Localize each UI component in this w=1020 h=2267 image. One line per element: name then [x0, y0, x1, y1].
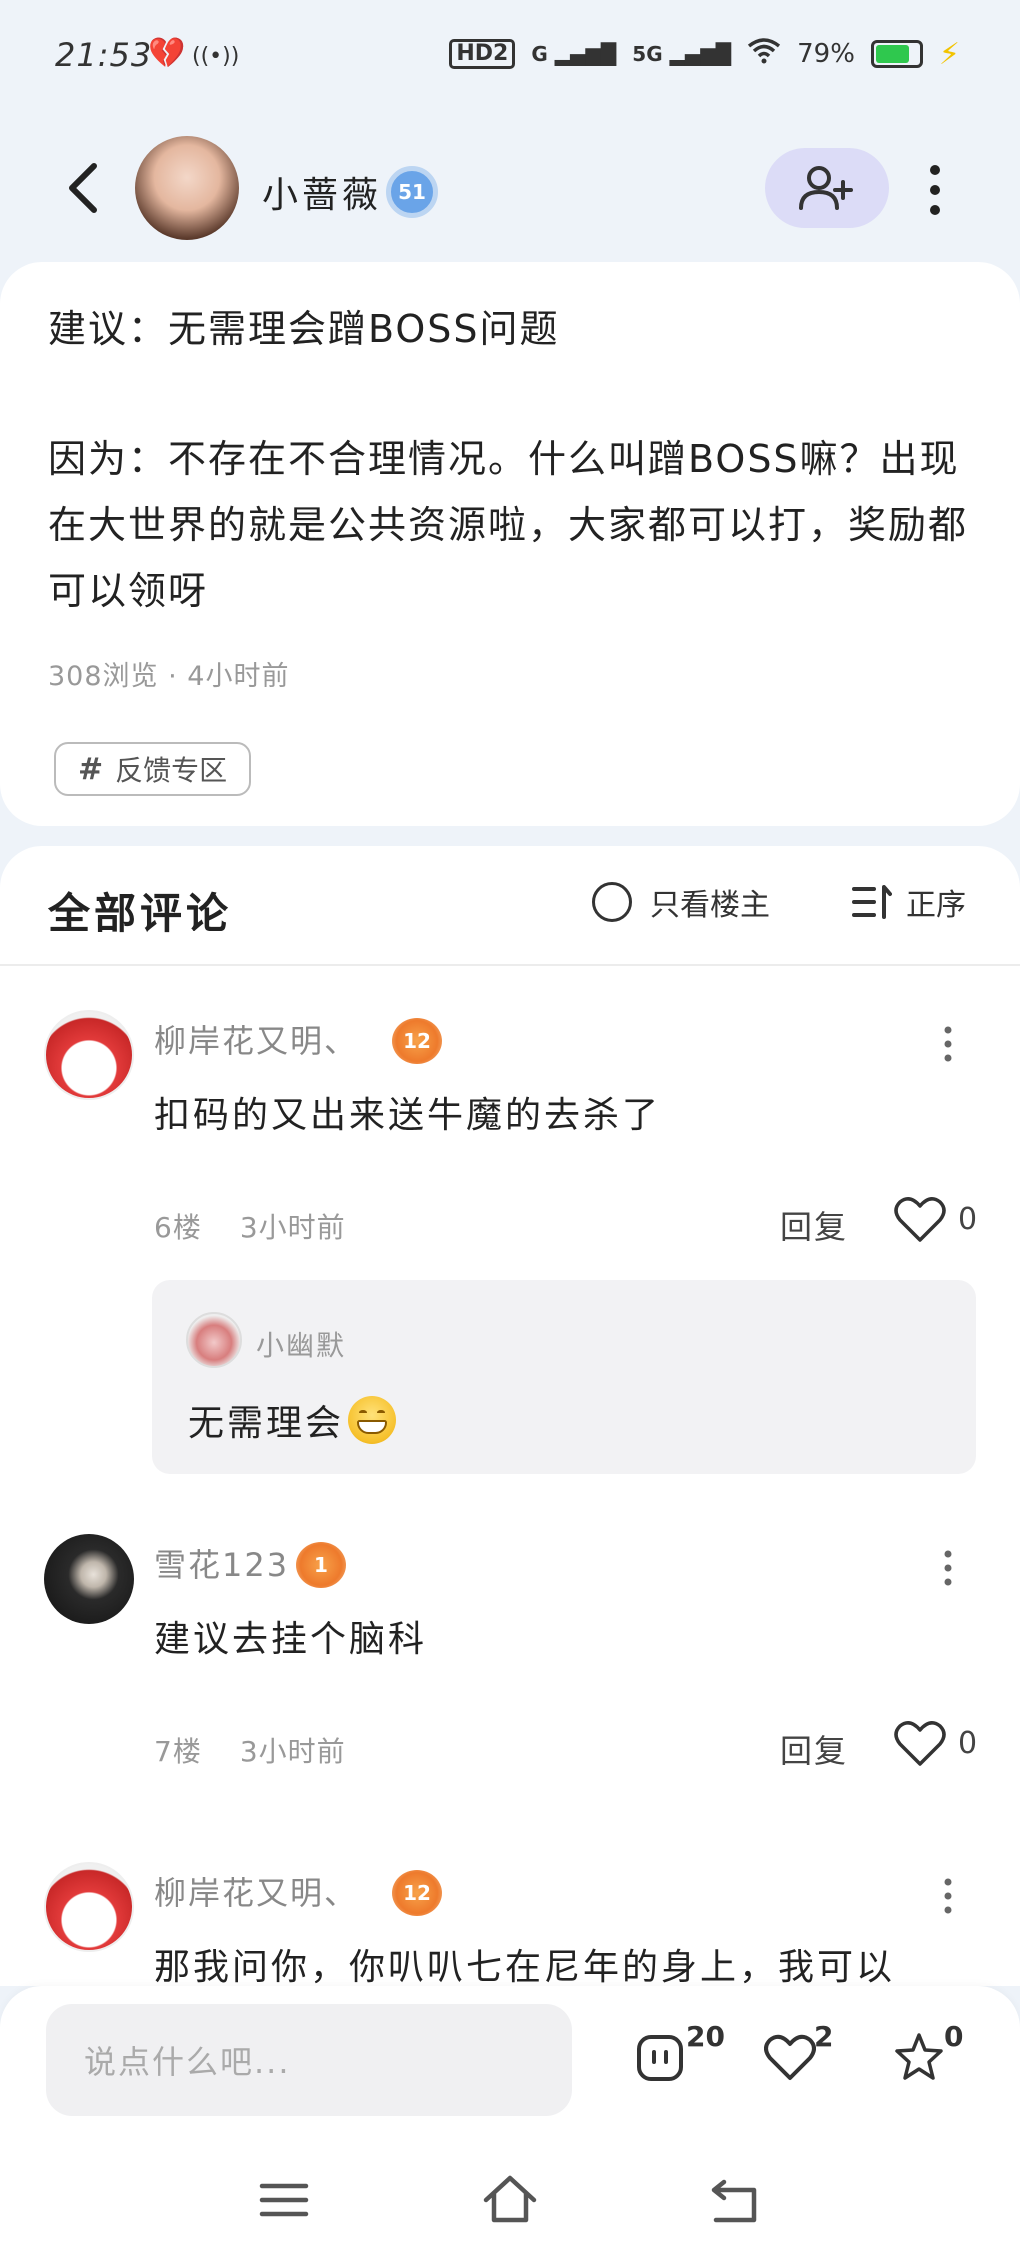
like-count: 2	[814, 2020, 834, 2053]
hotspot-icon: ((•))	[192, 44, 240, 69]
heart-notification-icon: 💔	[148, 36, 186, 71]
back-button[interactable]	[58, 158, 108, 218]
menu-icon	[259, 2183, 309, 2217]
menu-nav-button[interactable]	[254, 2170, 314, 2230]
more-vertical-icon	[944, 1878, 952, 1914]
follow-button[interactable]	[765, 148, 889, 228]
sub-reply-text-row: 无需理会	[188, 1394, 397, 1446]
comment-item: 雪花123 1 建议去挂个脑科 7楼 3小时前 回复 0	[0, 1534, 1020, 1794]
comments-header: 全部评论 只看楼主 正序	[0, 846, 1020, 966]
commenter-name[interactable]: 柳岸花又明、	[154, 1016, 358, 1062]
like-button[interactable]	[894, 1720, 946, 1768]
more-vertical-icon	[930, 165, 940, 215]
comment-input[interactable]: 说点什么吧...	[46, 2004, 572, 2116]
battery-icon	[870, 40, 923, 68]
comment-time: 3小时前	[239, 1735, 346, 1768]
comment-text: 扣码的又出来送牛魔的去杀了	[154, 1095, 662, 1136]
author-name[interactable]: 小蔷薇	[262, 166, 382, 218]
commenter-level-badge: 12	[392, 1018, 442, 1064]
comment-floor: 6楼	[154, 1211, 202, 1244]
home-icon	[483, 2175, 537, 2223]
like-count: 0	[958, 1202, 978, 1237]
comment-item: 柳岸花又明、 12 那我问你，你叭叭七在尼年的身上，我可以	[0, 1862, 1020, 1986]
signal-icon-2: 5G ▂▄▆█	[632, 42, 732, 66]
comment-count: 20	[686, 2020, 725, 2053]
topic-tag[interactable]: # 反馈专区	[54, 742, 252, 796]
post-card: 建议：无需理会蹭BOSS问题 因为：不存在不合理情况。什么叫蹭BOSS嘛？出现在…	[0, 262, 1020, 826]
status-time: 21:53	[55, 36, 153, 74]
system-nav-bar	[0, 2136, 1020, 2267]
commenter-avatar[interactable]	[44, 1010, 134, 1100]
signal-icon-1: G ▂▄▆█	[531, 42, 617, 66]
more-options-button[interactable]	[920, 160, 950, 220]
sort-label: 正序	[906, 888, 966, 923]
author-level-badge: 51	[386, 166, 438, 218]
comment-icon	[637, 2035, 683, 2081]
commenter-avatar[interactable]	[44, 1534, 134, 1624]
comment-item: 柳岸花又明、 12 扣码的又出来送牛魔的去杀了 6楼 3小时前 回复 0 小幽默…	[0, 1010, 1020, 1480]
comment-more-button[interactable]	[938, 1024, 958, 1064]
grin-emoji-icon	[348, 1396, 397, 1444]
sub-reply-text: 无需理会	[188, 1403, 345, 1444]
heart-icon	[894, 1197, 946, 1242]
comment-text: 那我问你，你叭叭七在尼年的身上，我可以	[154, 1947, 896, 1986]
more-vertical-icon	[944, 1550, 952, 1586]
like-post-button[interactable]: 2	[764, 2020, 834, 2086]
bottom-action-bar: 说点什么吧... 20 2 0	[0, 1986, 1020, 2136]
sub-reply-name[interactable]: 小幽默	[256, 1324, 346, 1364]
hd-voice-icon: HD2	[449, 39, 516, 69]
star-count: 0	[944, 2020, 964, 2053]
comment-text: 建议去挂个脑科	[154, 1619, 428, 1660]
post-meta: 308浏览 · 4小时前	[48, 661, 290, 692]
sub-reply[interactable]: 小幽默 无需理会	[152, 1280, 976, 1474]
reply-button[interactable]: 回复	[780, 1202, 848, 1248]
comment-more-button[interactable]	[938, 1876, 958, 1916]
radio-icon	[592, 882, 632, 922]
status-right: HD2 G ▂▄▆█ 5G ▂▄▆█ 79% ⚡	[449, 36, 960, 72]
battery-percent: 79%	[797, 39, 855, 69]
comment-meta: 7楼 3小时前	[154, 1730, 346, 1770]
like-count: 0	[958, 1726, 978, 1761]
commenter-avatar[interactable]	[44, 1862, 134, 1952]
back-nav-icon	[711, 2179, 757, 2223]
add-user-icon	[799, 166, 853, 210]
only-owner-label: 只看楼主	[650, 888, 770, 923]
sort-button[interactable]: 正序	[852, 880, 966, 924]
comments-section: 全部评论 只看楼主 正序 柳岸花又明、 12 扣码的又出来送牛魔的去杀了 6楼 …	[0, 846, 1020, 1986]
comments-title: 全部评论	[48, 889, 233, 938]
post-title: 建议：无需理会蹭BOSS问题	[48, 307, 560, 351]
heart-icon	[764, 2034, 816, 2080]
sub-reply-avatar[interactable]	[186, 1312, 242, 1368]
battery-fill	[875, 45, 910, 63]
post-body: 因为：不存在不合理情况。什么叫蹭BOSS嘛？出现在大世界的就是公共资源啦，大家都…	[48, 437, 969, 613]
reply-button[interactable]: 回复	[780, 1726, 848, 1772]
like-button[interactable]	[894, 1196, 946, 1244]
comment-meta: 6楼 3小时前	[154, 1206, 346, 1246]
wifi-icon	[747, 36, 781, 72]
back-nav-button[interactable]	[706, 2170, 766, 2230]
commenter-level-badge: 12	[392, 1870, 442, 1916]
comment-floor: 7楼	[154, 1735, 202, 1768]
post-header: 小蔷薇 51	[0, 110, 1020, 260]
home-nav-button[interactable]	[480, 2170, 540, 2230]
hash-icon: #	[78, 751, 104, 787]
back-arrow-icon	[69, 163, 97, 213]
status-bar: 21:53 💔 ((•)) HD2 G ▂▄▆█ 5G ▂▄▆█ 79% ⚡	[0, 0, 1020, 110]
star-icon	[895, 2033, 943, 2080]
heart-icon	[894, 1721, 946, 1766]
topic-tag-label: 反馈专区	[115, 754, 228, 787]
author-avatar[interactable]	[135, 136, 239, 240]
sort-icon	[852, 885, 892, 919]
commenter-name[interactable]: 柳岸花又明、	[154, 1868, 358, 1914]
commenter-name[interactable]: 雪花123	[154, 1540, 289, 1586]
only-owner-toggle[interactable]: 只看楼主	[592, 880, 770, 924]
commenter-level-badge: 1	[296, 1542, 346, 1588]
comments-button[interactable]: 20	[636, 2020, 725, 2086]
more-vertical-icon	[944, 1026, 952, 1062]
charging-icon: ⚡	[938, 36, 960, 72]
comment-time: 3小时前	[239, 1211, 346, 1244]
comment-more-button[interactable]	[938, 1548, 958, 1588]
favorite-button[interactable]: 0	[894, 2020, 964, 2086]
